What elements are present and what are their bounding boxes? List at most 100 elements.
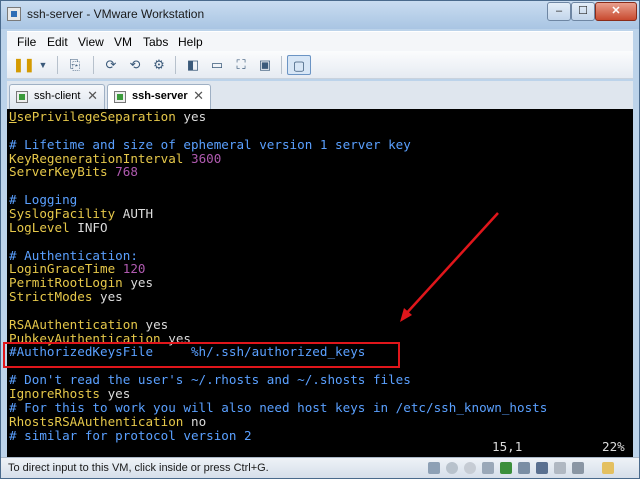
console-text: StrictModes bbox=[9, 289, 100, 305]
console-text: KeyRegenerationInterval bbox=[9, 150, 191, 166]
toolbar: ❚❚ ▼ ⎘ ⟳ ⟲ ⚙ ◧ ▭ ⛶ ▣ ▢ bbox=[7, 51, 633, 79]
minimize-button[interactable]: – bbox=[547, 2, 571, 21]
unity-icon[interactable]: ▣ bbox=[255, 55, 275, 75]
vm-icon bbox=[16, 91, 28, 103]
vmware-window: ssh-server - VMware Workstation – ☐ ✕ Fi… bbox=[0, 0, 640, 479]
menu-edit[interactable]: Edit bbox=[47, 35, 68, 49]
close-tab-icon[interactable]: ✕ bbox=[193, 88, 204, 104]
console-text: 768 bbox=[115, 164, 138, 180]
console-text: PermitRootLogin bbox=[9, 275, 131, 291]
revert-snapshot-icon[interactable]: ⟲ bbox=[125, 55, 145, 75]
show-library-icon[interactable]: ◧ bbox=[183, 55, 203, 75]
console-text: yes bbox=[145, 316, 169, 332]
printer-icon[interactable] bbox=[554, 462, 566, 474]
console-text: yes bbox=[100, 289, 123, 305]
console-line: KeyRegenerationInterval 3600 bbox=[9, 150, 222, 166]
console-text: sePrivilegeSeparation bbox=[16, 109, 184, 124]
console-line: IgnoreRhosts yes bbox=[9, 387, 130, 401]
hard-disk-icon[interactable] bbox=[428, 462, 440, 474]
console-line: # similar for protocol version 2 bbox=[9, 427, 252, 443]
console-line: PermitRootLogin yes bbox=[9, 276, 153, 290]
console-line: # Authentication: bbox=[9, 247, 138, 263]
console-text: 3600 bbox=[190, 150, 222, 166]
console-line: SyslogFacility AUTH bbox=[9, 207, 153, 221]
toolbar-separator bbox=[57, 56, 58, 74]
vmware-app-icon bbox=[7, 7, 21, 21]
power-dropdown-icon[interactable]: ▼ bbox=[33, 55, 53, 75]
console-line: UsePrivilegeSeparation yes bbox=[9, 110, 206, 124]
cursor-position: 15,1 bbox=[492, 439, 523, 454]
console-line: LoginGraceTime 120 bbox=[9, 262, 145, 276]
snapshot-icon[interactable]: ⟳ bbox=[101, 55, 121, 75]
console-line: RSAAuthentication yes bbox=[9, 316, 169, 332]
thumbnail-bar-icon[interactable]: ▭ bbox=[207, 55, 227, 75]
tab-label: ssh-client bbox=[34, 90, 81, 102]
maximize-button[interactable]: ☐ bbox=[571, 2, 595, 21]
vm-console[interactable]: # similar for protocol version 2 RhostsRS… bbox=[7, 109, 633, 457]
console-line: StrictModes yes bbox=[9, 290, 123, 304]
console-line: RhostsRSAAuthentication no bbox=[9, 413, 207, 429]
console-line: ServerKeyBits 768 bbox=[9, 165, 138, 179]
console-text: LoginGraceTime bbox=[9, 261, 123, 277]
floppy-icon[interactable] bbox=[464, 462, 476, 474]
console-text: # Authentication: bbox=[9, 247, 138, 263]
network-adapter-icon[interactable] bbox=[500, 462, 512, 474]
sound-card-icon[interactable] bbox=[536, 462, 548, 474]
title-bar[interactable]: ssh-server - VMware Workstation – ☐ ✕ bbox=[1, 1, 639, 29]
close-button[interactable]: ✕ bbox=[595, 2, 637, 21]
console-text: # Lifetime and size of ephemeral version… bbox=[9, 136, 411, 152]
console-line: LogLevel INFO bbox=[9, 219, 108, 235]
status-message: To direct input to this VM, click inside… bbox=[8, 462, 269, 474]
console-text: LogLevel bbox=[9, 219, 78, 235]
send-ctrl-alt-del-icon[interactable]: ⎘ bbox=[65, 55, 85, 75]
console-text: RhostsRSAAuthentication bbox=[9, 413, 191, 429]
toolbar-separator bbox=[93, 56, 94, 74]
scroll-percent: 22% bbox=[602, 439, 625, 454]
console-view-icon[interactable]: ▢ bbox=[287, 55, 311, 75]
console-text: yes bbox=[107, 386, 131, 401]
console-text: # Don't read the user's ~/.rhosts and ~/… bbox=[9, 372, 411, 388]
console-text: IgnoreRhosts bbox=[9, 386, 108, 401]
display-icon[interactable] bbox=[572, 462, 584, 474]
pause-icon[interactable]: ❚❚ bbox=[13, 55, 35, 75]
menu-help[interactable]: Help bbox=[178, 35, 203, 49]
tab-ssh-server[interactable]: ssh-server ✕ bbox=[107, 84, 211, 110]
console-text: RSAAuthentication bbox=[9, 316, 146, 332]
window-title: ssh-server - VMware Workstation bbox=[27, 7, 205, 21]
console-line: # Lifetime and size of ephemeral version… bbox=[9, 136, 411, 152]
menu-view[interactable]: View bbox=[78, 35, 104, 49]
toolbar-separator bbox=[175, 56, 176, 74]
cd-dvd-icon[interactable] bbox=[446, 462, 458, 474]
toolbar-separator bbox=[281, 56, 282, 74]
menu-tabs[interactable]: Tabs bbox=[143, 35, 168, 49]
menu-file[interactable]: File bbox=[17, 35, 36, 49]
usb-icon[interactable] bbox=[482, 462, 494, 474]
console-line: # For this to work you will also need ho… bbox=[9, 399, 548, 415]
console-text: # Logging bbox=[9, 192, 78, 208]
tab-ssh-client[interactable]: ssh-client ✕ bbox=[9, 84, 105, 109]
tab-label: ssh-server bbox=[132, 90, 188, 102]
console-text: INFO bbox=[77, 219, 108, 235]
console-text: ServerKeyBits bbox=[9, 164, 116, 180]
console-text: U bbox=[9, 109, 17, 124]
annotation-highlight-box bbox=[3, 342, 400, 368]
console-text: SyslogFacility bbox=[9, 205, 123, 221]
tab-bar: ssh-client ✕ ssh-server ✕ bbox=[7, 81, 633, 110]
message-log-icon[interactable] bbox=[602, 462, 614, 474]
network-adapter-2-icon[interactable] bbox=[518, 462, 530, 474]
console-text: AUTH bbox=[122, 205, 154, 221]
console-text: yes bbox=[130, 275, 154, 291]
console-line: # Logging bbox=[9, 193, 77, 207]
console-text: yes bbox=[183, 109, 207, 124]
menu-bar: File Edit View VM Tabs Help bbox=[7, 31, 633, 51]
console-text: 120 bbox=[122, 261, 146, 277]
menu-vm[interactable]: VM bbox=[114, 35, 132, 49]
console-text: # similar for protocol version 2 bbox=[9, 427, 252, 443]
status-bar: To direct input to this VM, click inside… bbox=[1, 457, 639, 478]
console-text: no bbox=[190, 413, 207, 429]
close-tab-icon[interactable]: ✕ bbox=[87, 88, 98, 104]
snapshot-manager-icon[interactable]: ⚙ bbox=[149, 55, 169, 75]
full-screen-icon[interactable]: ⛶ bbox=[231, 55, 251, 75]
console-line: # Don't read the user's ~/.rhosts and ~/… bbox=[9, 373, 411, 387]
console-text: # For this to work you will also need ho… bbox=[9, 399, 548, 415]
